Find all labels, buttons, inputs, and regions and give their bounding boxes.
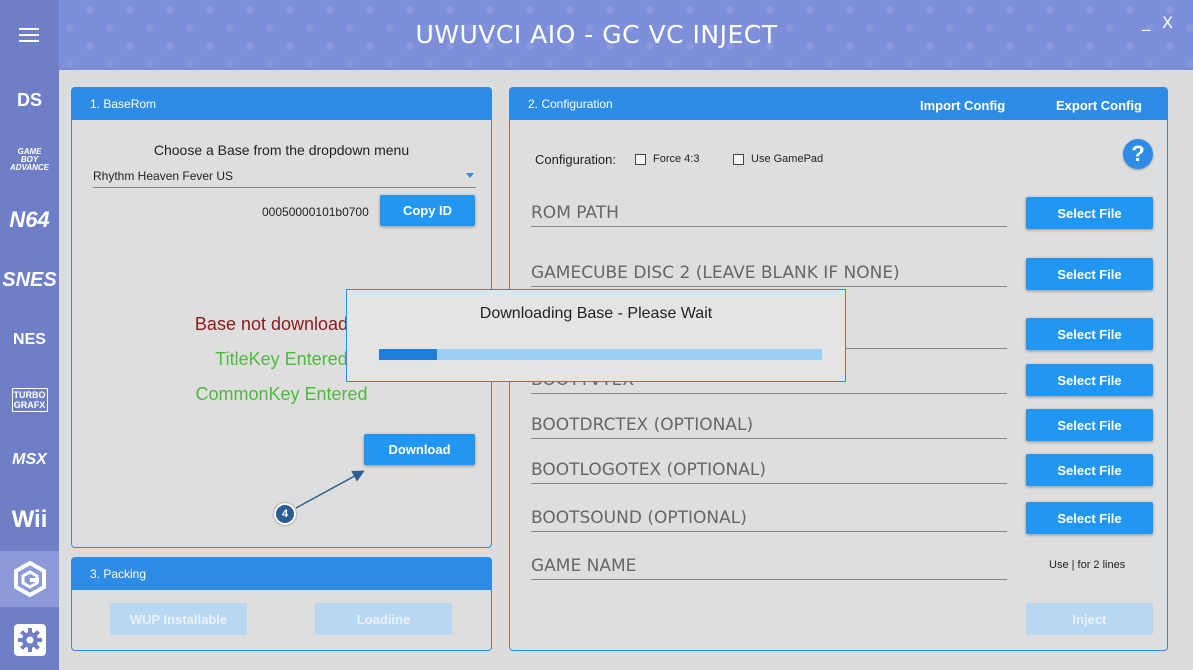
configuration-title: 2. Configuration: [528, 97, 613, 111]
bootsound-field[interactable]: BOOTSOUND (OPTIONAL): [531, 508, 1007, 532]
snes-logo: SNES: [2, 268, 57, 291]
wup-installable-button[interactable]: WUP Installable: [110, 603, 247, 635]
configuration-label: Configuration:: [535, 152, 616, 167]
commonkey-status: CommonKey Entered: [195, 384, 368, 404]
sidebar-item-nes[interactable]: NES: [0, 314, 59, 366]
nes-logo: NES: [13, 331, 46, 348]
download-button[interactable]: Download: [364, 434, 475, 465]
game-name-hint: Use | for 2 lines: [1049, 559, 1126, 571]
download-dialog: Downloading Base - Please Wait: [346, 289, 846, 382]
window-title: UWUVCI AIO - GC VC INJECT: [415, 20, 778, 49]
use-gamepad-label: Use GamePad: [751, 153, 824, 165]
gba-logo: GAME BOY ADVANCE: [10, 147, 49, 172]
export-config-button[interactable]: Export Config: [1056, 98, 1142, 113]
copy-id-button[interactable]: Copy ID: [380, 195, 475, 226]
bootlogotex-select-button[interactable]: Select File: [1026, 454, 1153, 486]
help-icon[interactable]: ?: [1123, 139, 1153, 169]
sidebar-item-gamecube[interactable]: [0, 551, 59, 607]
inject-button[interactable]: Inject: [1026, 603, 1153, 635]
bootdrctex-select-button[interactable]: Select File: [1026, 409, 1153, 441]
download-dialog-title: Downloading Base - Please Wait: [479, 305, 713, 322]
minimize-button[interactable]: _: [1142, 12, 1150, 31]
configuration-header: 2. Configuration Import Config Export Co…: [510, 88, 1167, 120]
sidebar: DS GAME BOY ADVANCE N64 SNES NES TURBO G…: [0, 0, 59, 670]
loadiine-button[interactable]: Loadiine: [315, 603, 452, 635]
force-4-3-checkbox[interactable]: Force 4:3: [635, 153, 699, 165]
packing-panel: 3. Packing WUP Installable Loadiine: [71, 557, 492, 651]
checkbox-icon: [733, 153, 744, 165]
download-progress-fill: [379, 349, 437, 360]
icontex-select-button[interactable]: Select File: [1026, 318, 1153, 350]
chevron-down-icon: [466, 173, 474, 178]
import-config-button[interactable]: Import Config: [920, 98, 1005, 113]
title-bar: UWUVCI AIO - GC VC INJECT _ X: [0, 0, 1193, 70]
disc2-select-button[interactable]: Select File: [1026, 258, 1153, 290]
base-dropdown[interactable]: Rhythm Heaven Fever US: [93, 164, 476, 188]
checkbox-icon: [635, 153, 646, 165]
wii-logo: Wii: [11, 506, 48, 533]
sidebar-item-wii[interactable]: Wii: [0, 494, 59, 546]
download-progress-bar: [379, 349, 822, 360]
n64-logo: N64: [9, 207, 50, 232]
gamecube-icon: [13, 561, 46, 597]
choose-base-label: Choose a Base from the dropdown menu: [153, 142, 410, 158]
tg16-logo: TURBO GRAFX: [11, 388, 48, 412]
base-dropdown-value: Rhythm Heaven Fever US: [93, 169, 234, 183]
menu-icon[interactable]: [19, 28, 39, 42]
title-id: 00050000101b0700: [262, 205, 369, 219]
game-name-field[interactable]: GAME NAME: [531, 556, 1007, 580]
baserom-header: 1. BaseRom: [72, 88, 491, 120]
disc2-field[interactable]: GAMECUBE DISC 2 (LEAVE BLANK IF NONE): [531, 263, 1007, 287]
rom-path-select-button[interactable]: Select File: [1026, 197, 1153, 229]
bootdrctex-field[interactable]: BOOTDRCTEX (OPTIONAL): [531, 415, 1007, 439]
bootlogotex-field[interactable]: BOOTLOGOTEX (OPTIONAL): [531, 460, 1007, 484]
boottvtex-select-button[interactable]: Select File: [1026, 364, 1153, 396]
sidebar-item-msx[interactable]: MSX: [0, 434, 59, 486]
sidebar-item-n64[interactable]: N64: [0, 194, 59, 246]
sidebar-item-snes[interactable]: SNES: [0, 254, 59, 306]
ds-logo: DS: [16, 89, 42, 110]
bootsound-select-button[interactable]: Select File: [1026, 502, 1153, 534]
packing-header: 3. Packing: [72, 558, 491, 590]
rom-path-field[interactable]: ROM PATH: [531, 203, 1007, 227]
force-4-3-label: Force 4:3: [653, 153, 700, 165]
sidebar-item-gba[interactable]: GAME BOY ADVANCE: [0, 134, 59, 186]
gear-icon: [13, 624, 46, 656]
annotation-step-badge: 4: [274, 503, 296, 525]
sidebar-item-tg16[interactable]: TURBO GRAFX: [0, 374, 59, 426]
use-gamepad-checkbox[interactable]: Use GamePad: [733, 153, 823, 165]
sidebar-item-settings[interactable]: [0, 614, 59, 666]
msx-logo: MSX: [12, 451, 47, 468]
close-button[interactable]: X: [1162, 13, 1173, 32]
sidebar-item-ds[interactable]: DS: [0, 74, 59, 126]
